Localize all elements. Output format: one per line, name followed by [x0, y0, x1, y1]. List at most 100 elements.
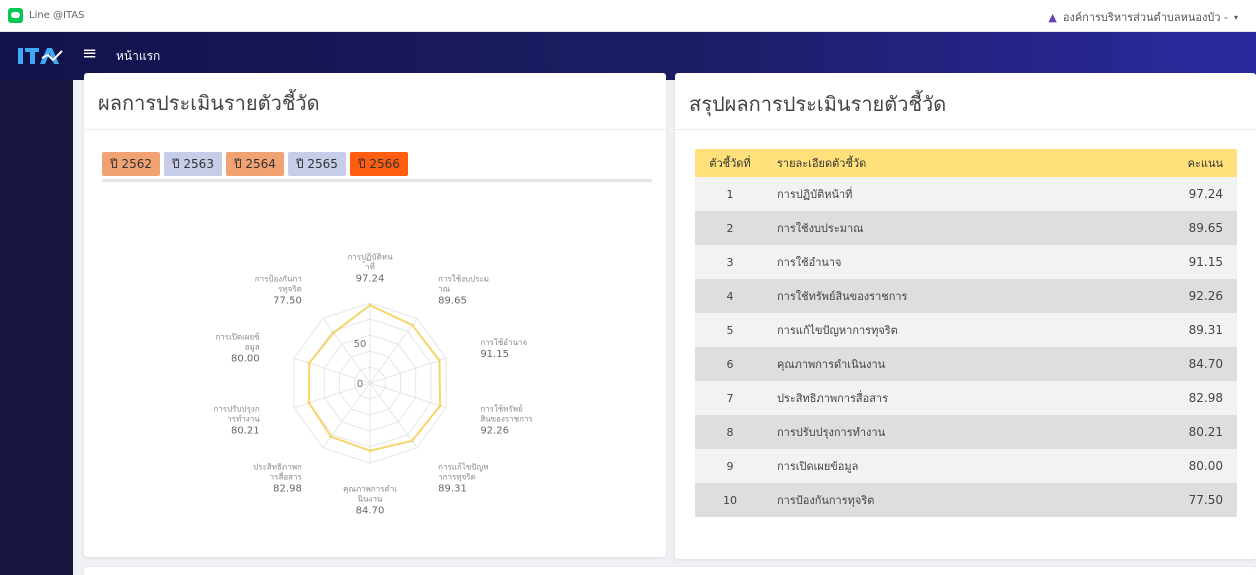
radar-category-label: อมูล — [245, 343, 260, 353]
chevron-down-icon[interactable]: ▾ — [1234, 13, 1238, 22]
radar-value-label: 80.21 — [231, 425, 260, 436]
summary-table: ตัวชี้วัดที่ รายละเอียดตัวชี้วัด คะแนน 1… — [695, 149, 1237, 517]
table-row: 4 การใช้ทรัพย์สินของราชการ 92.26 — [695, 279, 1237, 313]
organization-menu[interactable]: ▲ องค์การบริหารส่วนตำบลหนองบัว - ▾ — [1048, 8, 1238, 26]
radar-spoke — [322, 317, 371, 384]
radar-value-label: 97.24 — [356, 274, 385, 285]
radar-category-label: การใช้อำนาจ — [480, 338, 527, 347]
indicator-results-card: ผลการประเมินรายตัวชี้วัด ปี 2562 ปี 2563… — [84, 73, 666, 557]
radar-value-label: 92.26 — [480, 425, 509, 436]
row-score: 89.31 — [1137, 313, 1237, 347]
top-bar: Line @ITAS ▲ องค์การบริหารส่วนตำบลหนองบั… — [0, 0, 1256, 32]
row-score: 97.24 — [1137, 177, 1237, 211]
column-header-score: คะแนน — [1137, 149, 1237, 177]
radar-tick-label: 50 — [354, 339, 367, 350]
radar-point — [410, 439, 414, 443]
row-number: 4 — [695, 279, 765, 313]
row-score: 82.98 — [1137, 381, 1237, 415]
radar-category-label: การป้องกันกา — [255, 275, 302, 284]
table-header-row: ตัวชี้วัดที่ รายละเอียดตัวชี้วัด คะแนน — [695, 149, 1237, 177]
radar-value-label: 82.98 — [273, 483, 302, 494]
radar-category-label: าณ — [438, 285, 450, 294]
table-row: 8 การปรับปรุงการทำงาน 80.21 — [695, 415, 1237, 449]
table-row: 6 คุณภาพการดำเนินงาน 84.70 — [695, 347, 1237, 381]
row-indicator-name: การป้องกันการทุจริต — [765, 483, 1137, 517]
bell-icon[interactable]: ▲ — [1048, 11, 1056, 24]
line-contact-link[interactable]: Line @ITAS — [8, 8, 85, 23]
radar-point — [368, 449, 372, 453]
radar-point — [332, 331, 336, 335]
year-tabs-underline — [102, 179, 652, 182]
row-number: 9 — [695, 449, 765, 483]
year-tab-2565[interactable]: ปี 2565 — [287, 152, 346, 176]
radar-tick-label: 0 — [357, 379, 363, 390]
radar-point — [307, 401, 311, 405]
radar-value-label: 84.70 — [356, 506, 385, 517]
radar-value-label: 89.31 — [438, 483, 467, 494]
table-row: 10 การป้องกันการทุจริต 77.50 — [695, 483, 1237, 517]
table-row: 9 การเปิดเผยข้อมูล 80.00 — [695, 449, 1237, 483]
radar-point — [329, 435, 333, 439]
radar-spoke — [369, 382, 447, 409]
row-indicator-name: การเปิดเผยข้อมูล — [765, 449, 1137, 483]
hamburger-icon[interactable]: ≡ — [82, 45, 97, 63]
line-app-icon — [8, 8, 23, 23]
row-indicator-name: การปรับปรุงการทำงาน — [765, 415, 1137, 449]
itas-logo[interactable] — [18, 45, 64, 67]
radar-point — [438, 404, 442, 408]
radar-value-label: 89.65 — [438, 296, 467, 307]
radar-category-label: การเปิดเผยข้ — [215, 333, 259, 342]
row-indicator-name: การใช้ทรัพย์สินของราชการ — [765, 279, 1137, 313]
row-number: 2 — [695, 211, 765, 245]
row-indicator-name: การปฏิบัติหน้าที่ — [765, 177, 1137, 211]
radar-value-label: 91.15 — [480, 349, 509, 360]
row-score: 80.00 — [1137, 449, 1237, 483]
radar-category-label: การแก้ไขปัญห — [438, 462, 488, 471]
sidebar — [0, 80, 73, 575]
radar-category-label: ประสิทธิภาพก — [253, 462, 302, 471]
radar-spoke — [369, 317, 418, 384]
year-tab-2563[interactable]: ปี 2563 — [163, 152, 222, 176]
table-row: 5 การแก้ไขปัญหาการทุจริต 89.31 — [695, 313, 1237, 347]
row-number: 3 — [695, 245, 765, 279]
radar-category-label: สินของราชการ — [480, 414, 533, 423]
radar-value-label: 77.50 — [273, 296, 302, 307]
row-score: 80.21 — [1137, 415, 1237, 449]
row-score: 92.26 — [1137, 279, 1237, 313]
radar-chart: 0 50 การปฏิบัติหน้าที่ 97.24 การใช้งบประมาณ 8… — [213, 253, 533, 517]
line-label: Line @ITAS — [29, 10, 85, 21]
radar-category-label: การใช้งบประม — [438, 275, 489, 284]
row-number: 8 — [695, 415, 765, 449]
radar-category-label: ารสื่อสาร — [270, 470, 303, 481]
card-title: ผลการประเมินรายตัวชี้วัด — [98, 91, 320, 115]
column-header-detail: รายละเอียดตัวชี้วัด — [765, 149, 1137, 177]
row-indicator-name: การแก้ไขปัญหาการทุจริต — [765, 313, 1137, 347]
row-indicator-name: ประสิทธิภาพการสื่อสาร — [765, 381, 1137, 415]
row-indicator-name: คุณภาพการดำเนินงาน — [765, 347, 1137, 381]
divider — [675, 129, 1256, 130]
radar-category-label: การใช้ทรัพย์ — [480, 403, 523, 413]
radar-category-label: รทุจริต — [278, 285, 302, 294]
radar-value-label: 80.00 — [231, 354, 260, 365]
year-tab-2566[interactable]: ปี 2566 — [349, 152, 408, 176]
radar-category-label: าการทุจริต — [438, 472, 476, 481]
nav-home-link[interactable]: หน้าแรก — [116, 47, 160, 66]
radar-category-label: คุณภาพการดำเ — [343, 485, 397, 494]
table-row: 7 ประสิทธิภาพการสื่อสาร 82.98 — [695, 381, 1237, 415]
row-indicator-name: การใช้งบประมาณ — [765, 211, 1137, 245]
card-title: สรุปผลการประเมินรายตัวชี้วัด — [689, 92, 947, 116]
row-number: 5 — [695, 313, 765, 347]
year-tab-2562[interactable]: ปี 2562 — [102, 152, 160, 176]
radar-point — [410, 323, 414, 327]
radar-spoke — [369, 382, 418, 449]
radar-category-label: ารทำงาน — [227, 414, 260, 423]
radar-category-label: การปฏิบัติหน — [347, 253, 393, 262]
column-header-no: ตัวชี้วัดที่ — [695, 149, 765, 177]
next-card-edge — [84, 567, 1256, 575]
year-tabs: ปี 2562 ปี 2563 ปี 2564 ปี 2565 ปี 2566 — [102, 152, 408, 176]
row-indicator-name: การใช้อำนาจ — [765, 245, 1137, 279]
radar-category-label: ้าที่ — [362, 261, 375, 272]
year-tab-2564[interactable]: ปี 2564 — [225, 152, 284, 176]
radar-point — [437, 358, 441, 362]
summary-card: สรุปผลการประเมินรายตัวชี้วัด ตัวชี้วัดที… — [675, 73, 1256, 559]
